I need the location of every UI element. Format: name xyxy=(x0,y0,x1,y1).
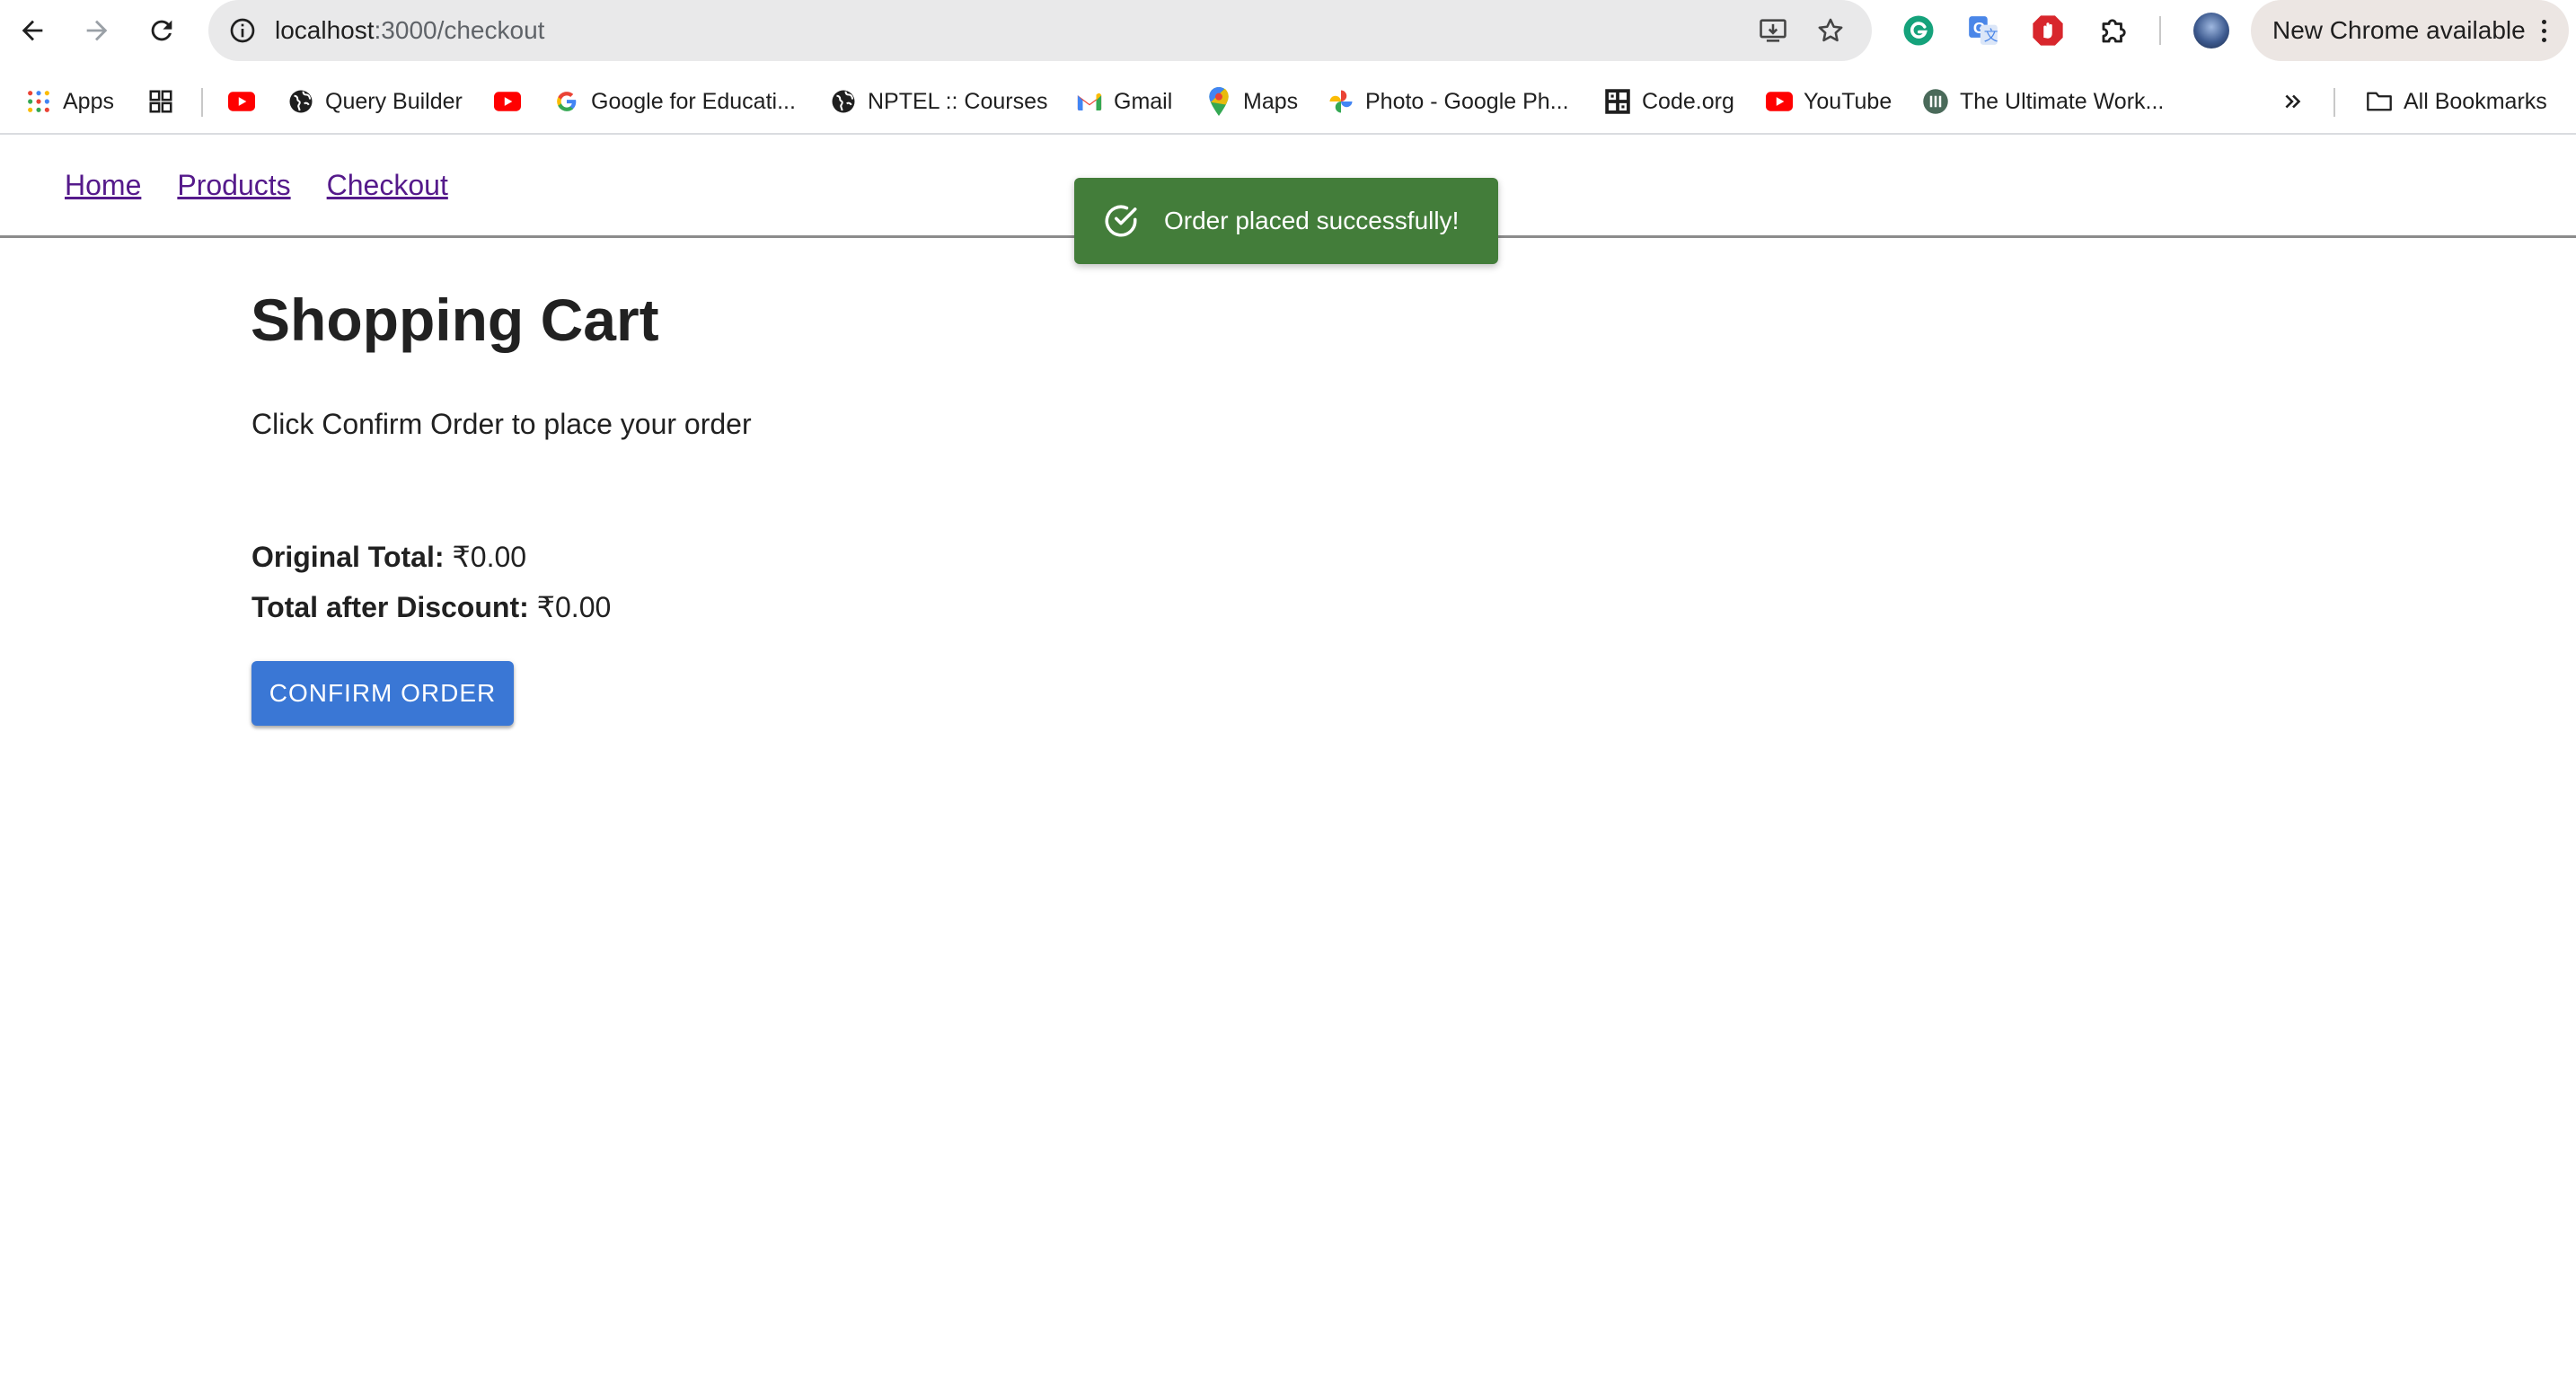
toast-message: Order placed successfully! xyxy=(1164,207,1460,234)
nav-link-products[interactable]: Products xyxy=(177,165,290,205)
nav-link-checkout[interactable]: Checkout xyxy=(327,165,448,205)
bookmarks-divider xyxy=(2333,88,2335,117)
bookmark-star-icon[interactable] xyxy=(1811,11,1850,50)
bookmark-tab-groups[interactable] xyxy=(147,81,174,122)
bookmark-label: All Bookmarks xyxy=(2404,88,2547,114)
bookmark-ultimate-work[interactable]: The Ultimate Work... xyxy=(1922,81,2164,122)
back-arrow-icon xyxy=(22,20,43,41)
discounted-total-value: ₹0.00 xyxy=(528,591,612,623)
bookmark-code-org[interactable]: Code.org xyxy=(1604,81,1734,122)
folder-icon xyxy=(2366,88,2393,115)
globe-icon xyxy=(830,88,857,115)
adblock-icon[interactable] xyxy=(2028,11,2068,50)
original-total-value: ₹0.00 xyxy=(444,541,527,573)
browser-chrome-border xyxy=(0,133,2576,135)
back-button[interactable] xyxy=(9,7,56,54)
maps-pin-icon xyxy=(1205,87,1232,116)
discounted-total: Total after Discount: ₹0.00 xyxy=(251,587,611,627)
youtube-icon xyxy=(228,88,255,115)
google-translate-icon[interactable]: G文 xyxy=(1963,11,2003,50)
confirm-order-button[interactable]: CONFIRM ORDER xyxy=(251,661,514,726)
forward-arrow-icon xyxy=(86,20,108,41)
svg-text:文: 文 xyxy=(1984,27,1998,44)
youtube-icon xyxy=(1766,88,1793,115)
bookmark-label: Code.org xyxy=(1642,88,1734,114)
profile-avatar[interactable] xyxy=(2193,13,2229,49)
bookmark-label: Photo - Google Ph... xyxy=(1365,88,1569,114)
bookmark-label: YouTube xyxy=(1804,88,1892,114)
site-logo-icon xyxy=(1922,88,1949,115)
bookmarks-divider xyxy=(201,88,203,117)
original-total: Original Total: ₹0.00 xyxy=(251,537,526,577)
bookmark-label: Maps xyxy=(1243,88,1299,114)
apps-grid-icon xyxy=(25,88,52,115)
address-url[interactable]: localhost:3000/checkout xyxy=(275,14,544,47)
update-label: New Chrome available xyxy=(2272,16,2526,44)
reload-icon xyxy=(151,20,172,41)
more-bookmarks-button[interactable] xyxy=(2280,81,2307,122)
reload-button[interactable] xyxy=(138,7,185,54)
all-bookmarks-button[interactable]: All Bookmarks xyxy=(2366,81,2547,122)
url-path: :3000/checkout xyxy=(374,16,545,44)
globe-icon xyxy=(287,88,314,115)
install-app-icon[interactable] xyxy=(1753,11,1793,50)
bookmark-apps[interactable]: Apps xyxy=(25,81,114,122)
bookmarks-bar: Apps Query Builder Google for Educati...… xyxy=(0,81,2576,122)
site-navigation: Home Products Checkout xyxy=(65,165,448,205)
grammarly-icon[interactable] xyxy=(1899,11,1938,50)
google-g-icon xyxy=(553,88,580,115)
bookmark-nptel[interactable]: NPTEL :: Courses xyxy=(830,81,1048,122)
new-chrome-available-button[interactable]: New Chrome available xyxy=(2251,0,2569,61)
site-info-icon[interactable] xyxy=(225,13,260,49)
bookmark-gmail[interactable]: Gmail xyxy=(1076,81,1172,122)
code-org-icon xyxy=(1604,88,1631,115)
browser-toolbar: localhost:3000/checkout G文 New Chrome av… xyxy=(0,0,2576,61)
bookmark-label: Google for Educati... xyxy=(591,88,796,114)
bookmark-query-builder[interactable]: Query Builder xyxy=(287,81,463,122)
chevron-double-right-icon xyxy=(2280,88,2307,115)
bookmark-youtube[interactable]: YouTube xyxy=(1766,81,1892,122)
bookmark-label: NPTEL :: Courses xyxy=(868,88,1048,114)
address-bar[interactable]: localhost:3000/checkout xyxy=(208,0,1872,61)
bookmark-youtube-2[interactable] xyxy=(494,81,521,122)
gmail-icon xyxy=(1076,88,1103,115)
tab-groups-icon xyxy=(147,88,174,115)
bookmark-google-education[interactable]: Google for Educati... xyxy=(553,81,796,122)
bookmark-google-photos[interactable]: Photo - Google Ph... xyxy=(1328,81,1569,122)
extensions-puzzle-icon[interactable] xyxy=(2095,11,2134,50)
youtube-icon xyxy=(494,88,521,115)
kebab-menu-icon[interactable] xyxy=(2535,13,2553,49)
bookmark-label: The Ultimate Work... xyxy=(1960,88,2165,114)
bookmark-maps[interactable]: Maps xyxy=(1205,81,1298,122)
forward-button[interactable] xyxy=(74,7,120,54)
bookmark-label: Query Builder xyxy=(325,88,463,114)
google-photos-pinwheel-icon xyxy=(1328,88,1354,115)
discounted-total-label: Total after Discount: xyxy=(251,591,529,623)
checkout-instructions: Click Confirm Order to place your order xyxy=(251,408,752,440)
bookmark-label: Apps xyxy=(63,88,114,114)
page-title: Shopping Cart xyxy=(251,287,659,353)
bookmark-youtube-1[interactable] xyxy=(228,81,255,122)
check-circle-icon xyxy=(1101,201,1141,241)
success-toast: Order placed successfully! xyxy=(1074,178,1498,264)
toolbar-divider xyxy=(2159,16,2161,45)
nav-link-home[interactable]: Home xyxy=(65,165,141,205)
url-host: localhost xyxy=(275,16,375,44)
original-total-label: Original Total: xyxy=(251,541,445,573)
bookmark-label: Gmail xyxy=(1114,88,1173,114)
